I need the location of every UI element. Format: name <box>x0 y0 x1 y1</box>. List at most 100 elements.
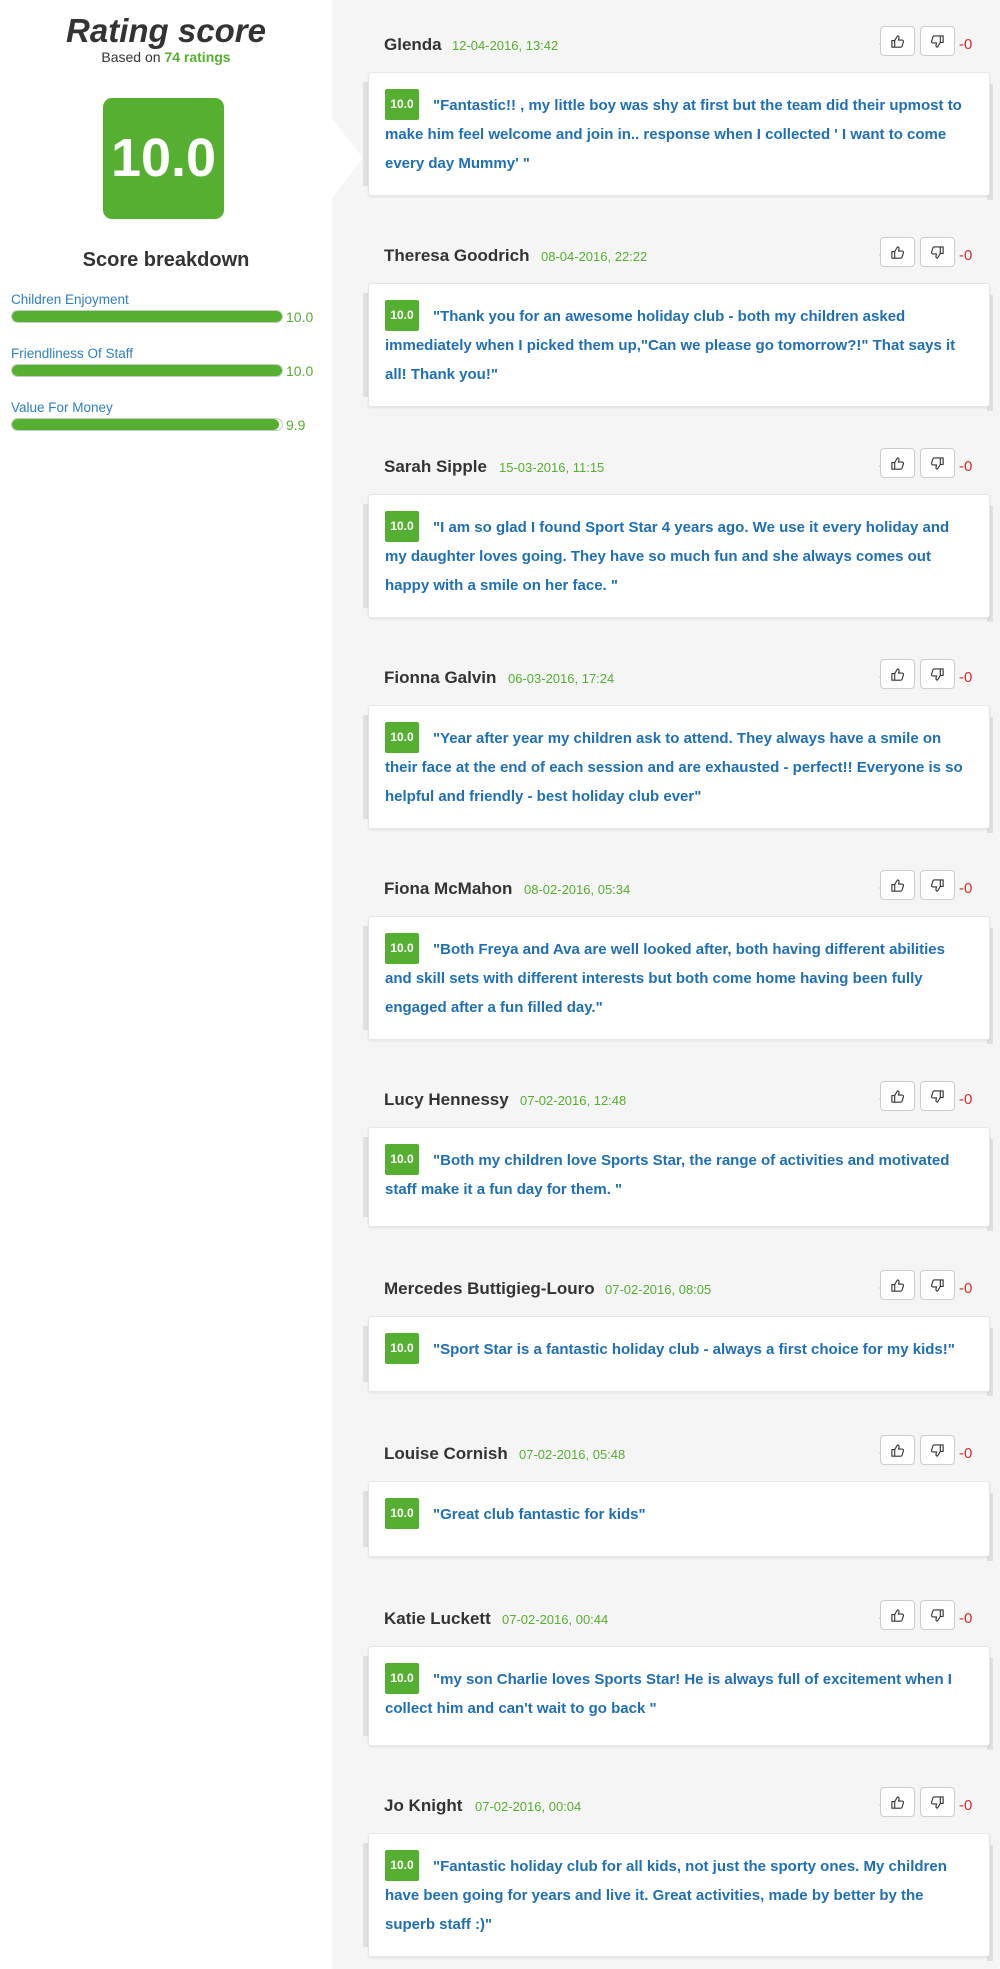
downvote-button[interactable] <box>920 870 955 900</box>
upvote-button[interactable] <box>880 1270 915 1300</box>
review-text-block: 10.0 "Both my children love Sports Star, … <box>385 1144 973 1204</box>
review-text-block: 10.0 "Fantastic!! , my little boy was shy… <box>385 89 973 178</box>
thumb-up-icon <box>890 1608 905 1623</box>
breakdown-value-value-for-money: 9.9 <box>286 417 306 433</box>
review-card: 10.0 "Great club fantastic for kids" <box>368 1481 990 1557</box>
breakdown-value-children-enjoyment: 10.0 <box>286 309 314 325</box>
breakdown-bar-fill <box>12 365 282 376</box>
thumb-down-icon <box>930 1608 945 1623</box>
downvote-count: -0 <box>959 247 973 264</box>
thumb-down-icon <box>930 245 945 260</box>
review-date: 07-02-2016, 00:44 <box>502 1612 609 1627</box>
review-text: "Both Freya and Ava are well looked afte… <box>385 941 945 1016</box>
downvote-count: -0 <box>959 36 973 53</box>
review-score-badge: 10.0 <box>385 1333 419 1364</box>
downvote-button[interactable] <box>920 1081 955 1111</box>
thumb-down-icon <box>930 1795 945 1810</box>
upvote-button[interactable] <box>880 26 915 56</box>
thumb-up-icon <box>890 1443 905 1458</box>
review-text-block: 10.0 "Fantastic holiday club for all kids… <box>385 1850 973 1939</box>
reviewer-name: Glenda <box>384 35 442 54</box>
thumb-up-icon <box>890 34 905 49</box>
downvote-button[interactable] <box>920 1787 955 1817</box>
review-text: "Great club fantastic for kids" <box>433 1506 646 1523</box>
downvote-count: -0 <box>959 669 973 686</box>
downvote-count: -0 <box>959 1091 973 1108</box>
breakdown-bar-fill <box>12 311 282 322</box>
review-score-badge: 10.0 <box>385 1144 419 1175</box>
downvote-button[interactable] <box>920 1270 955 1300</box>
review-score-badge: 10.0 <box>385 511 419 542</box>
reviewer-name: Fionna Galvin <box>384 668 497 687</box>
thumb-down-icon <box>930 878 945 893</box>
rating-summary-panel: Rating score Based on 74 ratings 10.0 Sc… <box>0 0 332 1969</box>
review-text: "Fantastic holiday club for all kids, no… <box>385 1858 947 1933</box>
thumb-up-icon <box>890 245 905 260</box>
thumb-up-icon <box>890 1089 905 1104</box>
downvote-count: -0 <box>959 1445 973 1462</box>
breakdown-label-friendliness-of-staff: Friendliness Of Staff <box>11 346 134 361</box>
breakdown-bar-children-enjoyment <box>11 310 283 323</box>
review-text-block: 10.0 "Great club fantastic for kids" <box>385 1498 973 1529</box>
review-score-badge: 10.0 <box>385 1498 419 1529</box>
thumb-up-icon <box>890 878 905 893</box>
review-text-block: 10.0 "Thank you for an awesome holiday cl… <box>385 300 973 389</box>
downvote-count: -0 <box>959 1610 973 1627</box>
thumb-up-icon <box>890 667 905 682</box>
breakdown-bar-fill <box>12 419 280 430</box>
review-card: 10.0 "Fantastic!! , my little boy was shy… <box>368 72 990 196</box>
thumb-down-icon <box>930 34 945 49</box>
panel-pointer <box>332 118 363 198</box>
upvote-button[interactable] <box>880 448 915 478</box>
review-date: 07-02-2016, 00:04 <box>475 1799 582 1814</box>
reviewer-name: Theresa Goodrich <box>384 246 530 265</box>
review-date: 08-04-2016, 22:22 <box>541 249 648 264</box>
review-text: "Thank you for an awesome holiday club -… <box>385 308 956 383</box>
review-text-block: 10.0 "my son Charlie loves Sports Star! H… <box>385 1663 973 1723</box>
downvote-button[interactable] <box>920 237 955 267</box>
reviewer-name: Katie Luckett <box>384 1609 491 1628</box>
rating-title: Rating score <box>66 12 266 49</box>
review-score-badge: 10.0 <box>385 300 419 331</box>
review-card: 10.0 "Both my children love Sports Star, … <box>368 1127 990 1227</box>
downvote-button[interactable] <box>920 26 955 56</box>
upvote-button[interactable] <box>880 1081 915 1111</box>
reviewer-name: Jo Knight <box>384 1796 463 1815</box>
review-score-badge: 10.0 <box>385 1850 419 1881</box>
review-card: 10.0 "my son Charlie loves Sports Star! H… <box>368 1646 990 1746</box>
review-text: "Year after year my children ask to atte… <box>385 730 963 805</box>
review-text-block: 10.0 "Sport Star is a fantastic holiday c… <box>385 1333 973 1364</box>
review-date: 06-03-2016, 17:24 <box>508 671 615 686</box>
reviewer-name: Louise Cornish <box>384 1444 508 1463</box>
reviewer-name: Fiona McMahon <box>384 879 513 898</box>
downvote-count: -0 <box>959 880 973 897</box>
upvote-button[interactable] <box>880 659 915 689</box>
downvote-button[interactable] <box>920 1600 955 1630</box>
thumb-down-icon <box>930 1278 945 1293</box>
upvote-button[interactable] <box>880 237 915 267</box>
downvote-button[interactable] <box>920 659 955 689</box>
breakdown-value-friendliness-of-staff: 10.0 <box>286 363 314 379</box>
thumb-down-icon <box>930 456 945 471</box>
upvote-button[interactable] <box>880 1435 915 1465</box>
thumb-down-icon <box>930 1443 945 1458</box>
review-score-badge: 10.0 <box>385 722 419 753</box>
review-card: 10.0 "I am so glad I found Sport Star 4 y… <box>368 494 990 618</box>
thumb-up-icon <box>890 456 905 471</box>
upvote-button[interactable] <box>880 1600 915 1630</box>
upvote-button[interactable] <box>880 870 915 900</box>
upvote-button[interactable] <box>880 1787 915 1817</box>
breakdown-label-children-enjoyment: Children Enjoyment <box>11 292 129 307</box>
review-text: "my son Charlie loves Sports Star! He is… <box>385 1671 952 1717</box>
downvote-button[interactable] <box>920 448 955 478</box>
review-date: 07-02-2016, 05:48 <box>519 1447 626 1462</box>
review-text-block: 10.0 "I am so glad I found Sport Star 4 y… <box>385 511 973 600</box>
thumb-up-icon <box>890 1278 905 1293</box>
review-text-block: 10.0 "Year after year my children ask to … <box>385 722 973 811</box>
based-on-prefix: Based on <box>101 49 161 65</box>
review-date: 07-02-2016, 08:05 <box>605 1282 712 1297</box>
review-card: 10.0 "Both Freya and Ava are well looked … <box>368 916 990 1040</box>
review-text-block: 10.0 "Both Freya and Ava are well looked … <box>385 933 973 1022</box>
review-card: 10.0 "Sport Star is a fantastic holiday c… <box>368 1316 990 1392</box>
downvote-button[interactable] <box>920 1435 955 1465</box>
